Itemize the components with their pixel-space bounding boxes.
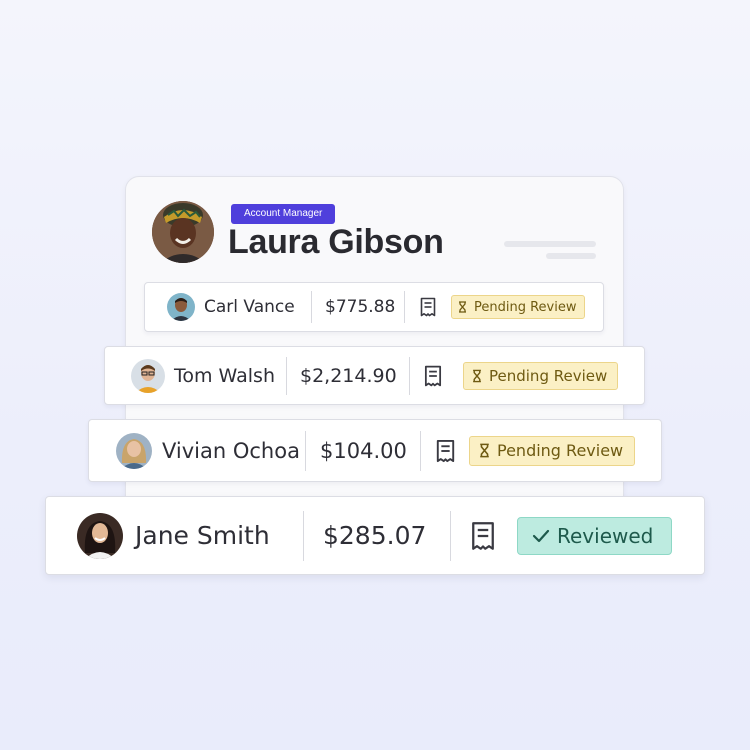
avatar bbox=[77, 512, 123, 559]
check-icon bbox=[532, 529, 550, 542]
amount: $104.00 bbox=[320, 438, 407, 463]
profile-name: Laura Gibson bbox=[228, 223, 444, 261]
status-label: Pending Review bbox=[497, 441, 624, 460]
amount: $285.07 bbox=[323, 521, 427, 550]
amount-cell: $285.07 bbox=[304, 497, 450, 574]
employee-cell: Vivian Ochoa bbox=[89, 420, 305, 481]
amount-cell: $775.88 bbox=[312, 283, 404, 331]
status-badge: Pending Review bbox=[469, 435, 636, 466]
employee-name: Vivian Ochoa bbox=[162, 438, 300, 463]
illustration-stage: Account Manager Laura Gibson Carl Vance … bbox=[0, 0, 750, 750]
amount: $2,214.90 bbox=[300, 364, 397, 387]
expense-row[interactable]: Vivian Ochoa $104.00 Pending Review bbox=[88, 419, 662, 482]
employee-name: Jane Smith bbox=[135, 521, 270, 550]
hourglass-icon bbox=[480, 443, 489, 458]
placeholder-line bbox=[504, 241, 596, 247]
profile-avatar bbox=[152, 201, 214, 263]
employee-cell: Jane Smith bbox=[46, 497, 303, 574]
status-cell: Pending Review bbox=[451, 283, 586, 331]
employee-cell: Carl Vance bbox=[145, 283, 311, 331]
expense-row[interactable]: Tom Walsh $2,214.90 Pending Review bbox=[104, 346, 645, 405]
amount-cell: $104.00 bbox=[306, 420, 420, 481]
hourglass-icon bbox=[473, 369, 481, 382]
avatar bbox=[131, 358, 165, 393]
avatar bbox=[167, 293, 195, 321]
status-cell: Pending Review bbox=[469, 420, 636, 481]
amount-cell: $2,214.90 bbox=[287, 347, 409, 404]
receipt-icon[interactable] bbox=[410, 347, 456, 404]
hourglass-icon bbox=[459, 301, 466, 313]
avatar bbox=[116, 432, 152, 469]
role-badge: Account Manager bbox=[231, 204, 336, 224]
expense-row[interactable]: Carl Vance $775.88 Pending Review bbox=[144, 282, 604, 332]
receipt-icon[interactable] bbox=[405, 283, 451, 331]
status-label: Reviewed bbox=[557, 523, 654, 548]
placeholder-line bbox=[546, 253, 596, 259]
status-badge: Reviewed bbox=[517, 516, 673, 555]
employee-cell: Tom Walsh bbox=[105, 347, 286, 404]
amount: $775.88 bbox=[325, 297, 396, 317]
status-cell: Pending Review bbox=[456, 347, 619, 404]
status-badge: Pending Review bbox=[451, 295, 586, 319]
receipt-icon[interactable] bbox=[451, 497, 515, 574]
employee-name: Carl Vance bbox=[204, 297, 295, 317]
receipt-icon[interactable] bbox=[421, 420, 469, 481]
employee-name: Tom Walsh bbox=[174, 364, 275, 387]
expense-row[interactable]: Jane Smith $285.07 Reviewed bbox=[45, 496, 705, 575]
status-label: Pending Review bbox=[474, 299, 577, 315]
status-label: Pending Review bbox=[489, 366, 608, 385]
status-badge: Pending Review bbox=[463, 361, 619, 390]
status-cell: Reviewed bbox=[515, 497, 673, 574]
